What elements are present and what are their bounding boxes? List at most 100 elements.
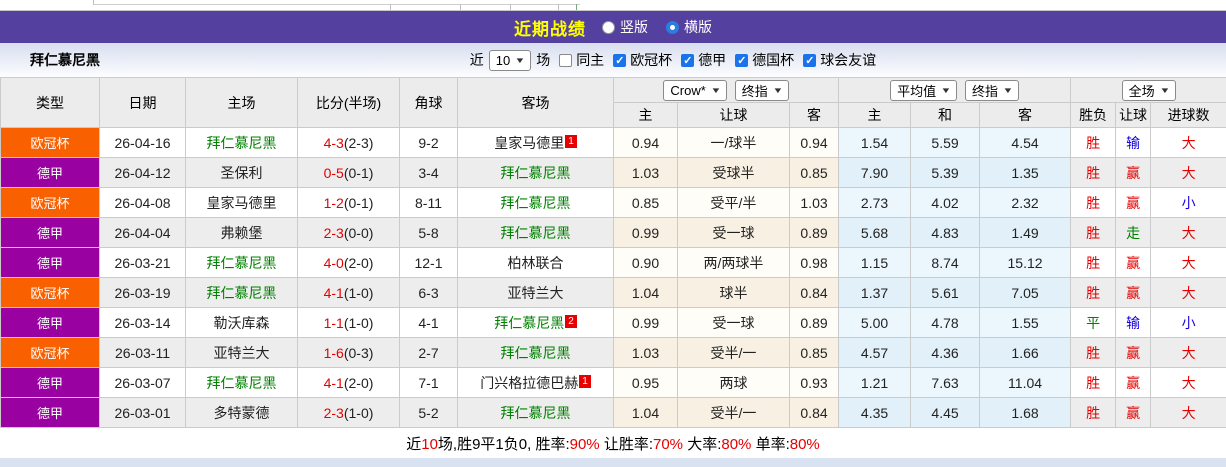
average-select[interactable]: 平均值 ▼ — [890, 79, 958, 101]
away-team[interactable]: 拜仁慕尼黑 — [457, 217, 614, 248]
home-team[interactable]: 拜仁慕尼黑 — [185, 127, 298, 158]
result-goals-cell: 大 — [1150, 367, 1226, 398]
odds-handicap-cell: 两/两球半 — [677, 247, 790, 278]
avg-away-cell: 15.12 — [979, 247, 1072, 278]
away-team-name[interactable]: 拜仁慕尼黑 — [501, 195, 571, 211]
score-cell: 1-2(0-1) — [297, 187, 400, 218]
summary-part: 让胜率: — [599, 435, 653, 453]
away-rank-badge: 1 — [565, 134, 577, 148]
away-team-name[interactable]: 亚特兰大 — [508, 285, 564, 301]
away-team[interactable]: 亚特兰大 — [457, 277, 614, 308]
away-team[interactable]: 拜仁慕尼黑 — [457, 187, 614, 218]
home-team[interactable]: 亚特兰大 — [185, 337, 298, 368]
result-handicap-cell: 赢 — [1115, 277, 1152, 308]
radio-icon[interactable] — [666, 20, 679, 34]
chevron-down-icon: ▼ — [940, 85, 952, 95]
away-team-name[interactable]: 拜仁慕尼黑 — [501, 225, 571, 241]
league-checkbox[interactable] — [735, 53, 749, 67]
away-team-name[interactable]: 门兴格拉德巴赫 — [480, 375, 578, 391]
cutoff-tick — [93, 0, 94, 5]
avg-draw-cell: 5.61 — [910, 277, 981, 308]
same-home-checkbox[interactable] — [559, 53, 573, 67]
fulltime-score: 1-6 — [323, 344, 344, 361]
view-mode-horizontal[interactable]: 横版 — [666, 17, 712, 37]
date-cell: 26-03-14 — [99, 307, 186, 338]
away-team[interactable]: 拜仁慕尼黑 — [457, 157, 614, 188]
avg-home-cell: 5.68 — [838, 217, 912, 248]
home-team-name[interactable]: 拜仁慕尼黑 — [207, 255, 277, 271]
odds-handicap-cell: 一/球半 — [677, 127, 790, 158]
away-team-name[interactable]: 拜仁慕尼黑 — [501, 165, 571, 181]
away-team-name[interactable]: 柏林联合 — [508, 255, 564, 271]
home-team[interactable]: 皇家马德里 — [185, 187, 298, 218]
odds-select-group: Crow* ▼ 终指 ▼ — [612, 77, 840, 103]
league-cell: 欧冠杯 — [0, 127, 100, 158]
home-team[interactable]: 拜仁慕尼黑 — [185, 367, 298, 398]
chevron-down-icon: ▼ — [514, 55, 526, 65]
avg-home-cell: 5.00 — [838, 307, 912, 338]
odds-source-select[interactable]: Crow* ▼ — [663, 79, 727, 101]
result-outcome-cell: 胜 — [1070, 277, 1117, 308]
away-team[interactable]: 拜仁慕尼黑 2 — [457, 307, 614, 338]
result-goals-cell: 小 — [1150, 307, 1226, 338]
league-checkbox[interactable] — [803, 53, 817, 67]
home-team[interactable]: 圣保利 — [185, 157, 298, 188]
summary-part: 场,胜9平1负0, 胜率: — [437, 435, 570, 453]
home-team-name[interactable]: 亚特兰大 — [214, 345, 270, 361]
league-cell: 德甲 — [0, 397, 100, 428]
subcol-odds-away: 客 — [788, 102, 840, 128]
league-checkbox[interactable] — [613, 53, 627, 67]
chevron-down-icon: ▼ — [772, 85, 784, 95]
away-team-name[interactable]: 拜仁慕尼黑 — [494, 315, 564, 331]
fulltime-score: 1-2 — [323, 194, 344, 211]
odds-home-cell: 1.04 — [613, 277, 678, 308]
scope-select[interactable]: 全场 ▼ — [1121, 79, 1176, 101]
summary-text: 近10场,胜9平1负0, 胜率:90% 让胜率:70% 大率:80% 单率:80… — [406, 433, 820, 454]
away-team-name[interactable]: 拜仁慕尼黑 — [501, 405, 571, 421]
date-cell: 26-03-21 — [99, 247, 186, 278]
home-team[interactable]: 拜仁慕尼黑 — [185, 247, 298, 278]
away-team[interactable]: 柏林联合 — [457, 247, 614, 278]
away-team[interactable]: 拜仁慕尼黑 — [457, 337, 614, 368]
table-row: 德甲 26-04-04 弗赖堡 2-3(0-0) 5-8 拜仁慕尼黑 0.99 … — [0, 217, 1226, 248]
score-cell: 2-3(0-0) — [297, 217, 400, 248]
average-final-value: 终指 — [972, 83, 999, 99]
home-team[interactable]: 弗赖堡 — [185, 217, 298, 248]
table-row: 欧冠杯 26-03-19 拜仁慕尼黑 4-1(1-0) 6-3 亚特兰大 1.0… — [0, 277, 1226, 308]
home-team-name[interactable]: 多特蒙德 — [214, 405, 270, 421]
away-team[interactable]: 皇家马德里 1 — [457, 127, 614, 158]
home-team-name[interactable]: 圣保利 — [221, 165, 263, 181]
odds-final-select[interactable]: 终指 ▼ — [734, 79, 789, 101]
match-count-select[interactable]: 10 ▼ — [488, 49, 532, 71]
odds-home-cell: 0.99 — [613, 217, 678, 248]
average-final-select[interactable]: 终指 ▼ — [965, 79, 1019, 101]
avg-draw-cell: 5.39 — [910, 157, 981, 188]
away-team-name[interactable]: 拜仁慕尼黑 — [501, 345, 571, 361]
result-goals-cell: 大 — [1150, 397, 1226, 428]
corner-cell: 9-2 — [399, 127, 458, 158]
home-team-name[interactable]: 弗赖堡 — [221, 225, 263, 241]
odds-handicap-cell: 受平/半 — [677, 187, 790, 218]
home-team-name[interactable]: 拜仁慕尼黑 — [207, 285, 277, 301]
view-mode-vertical[interactable]: 竖版 — [602, 17, 648, 37]
home-team[interactable]: 多特蒙德 — [185, 397, 298, 428]
home-team-name[interactable]: 皇家马德里 — [207, 195, 277, 211]
fulltime-score: 4-1 — [323, 374, 344, 391]
home-team-name[interactable]: 勒沃库森 — [214, 315, 270, 331]
halftime-score: (2-3) — [343, 134, 374, 151]
home-team[interactable]: 勒沃库森 — [185, 307, 298, 338]
away-team[interactable]: 门兴格拉德巴赫 1 — [457, 367, 614, 398]
avg-draw-cell: 4.83 — [910, 217, 981, 248]
away-team-name[interactable]: 皇家马德里 — [494, 135, 564, 151]
home-team[interactable]: 拜仁慕尼黑 — [185, 277, 298, 308]
table-row: 欧冠杯 26-03-11 亚特兰大 1-6(0-3) 2-7 拜仁慕尼黑 1.0… — [0, 337, 1226, 368]
radio-icon[interactable] — [602, 20, 615, 34]
table-row: 欧冠杯 26-04-16 拜仁慕尼黑 4-3(2-3) 9-2 皇家马德里 1 0… — [0, 127, 1226, 158]
home-team-name[interactable]: 拜仁慕尼黑 — [207, 135, 277, 151]
league-checkbox[interactable] — [681, 53, 695, 67]
league-checkbox-label: 德甲 — [698, 52, 727, 68]
result-goals-cell: 大 — [1150, 157, 1226, 188]
avg-draw-cell: 4.02 — [910, 187, 981, 218]
home-team-name[interactable]: 拜仁慕尼黑 — [207, 375, 277, 391]
away-team[interactable]: 拜仁慕尼黑 — [457, 397, 614, 428]
